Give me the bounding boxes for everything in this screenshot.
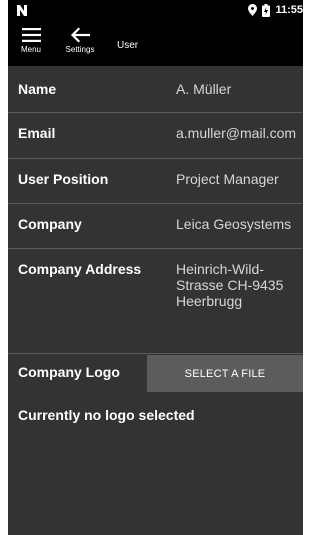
battery-icon	[262, 3, 271, 17]
address-line: Heinrich-Wild-	[176, 261, 264, 277]
n-logo-icon	[17, 3, 29, 16]
field-label-email: Email	[18, 125, 56, 141]
menu-button[interactable]: Menu	[16, 25, 46, 54]
page-title: User	[117, 40, 139, 51]
field-label-address: Company Address	[18, 261, 142, 277]
app-screen: 11:55 Menu Settings User Name A. Müller …	[8, 0, 303, 535]
field-value-position: Project Manager	[176, 171, 279, 187]
field-row-email[interactable]: Email a.muller@mail.com	[8, 113, 303, 159]
select-file-button[interactable]: SELECT A FILE	[147, 355, 303, 392]
address-line: Heerbrugg	[176, 293, 243, 309]
back-settings-button[interactable]: Settings	[58, 25, 102, 54]
arrow-left-icon	[58, 25, 102, 45]
field-label-company: Company	[18, 216, 82, 232]
field-label-name: Name	[18, 81, 57, 97]
field-label-position: User Position	[18, 171, 109, 187]
hamburger-menu-icon	[16, 25, 46, 45]
company-logo-label: Company Logo	[18, 364, 120, 380]
field-row-company[interactable]: Company Leica Geosystems	[8, 204, 303, 249]
status-indicators: 11:55	[248, 3, 303, 17]
location-pin-icon	[248, 4, 258, 16]
menu-label: Menu	[20, 45, 41, 54]
address-line: Strasse CH-9435	[176, 277, 284, 293]
logo-status-text: Currently no logo selected	[18, 407, 195, 423]
field-value-email: a.muller@mail.com	[176, 125, 297, 141]
toolbar: Menu Settings User	[8, 20, 303, 66]
field-row-address[interactable]: Company Address Heinrich-Wild- Strasse C…	[8, 249, 303, 354]
field-value-company: Leica Geosystems	[176, 216, 292, 232]
settings-label: Settings	[65, 45, 95, 54]
status-time: 11:55	[275, 4, 303, 16]
status-bar: 11:55	[8, 0, 303, 20]
field-row-name[interactable]: Name A. Müller	[8, 66, 303, 113]
field-value-address: Heinrich-Wild- Strasse CH-9435 Heerbrugg	[176, 261, 301, 309]
field-row-position[interactable]: User Position Project Manager	[8, 159, 303, 204]
field-value-name: A. Müller	[176, 81, 232, 97]
